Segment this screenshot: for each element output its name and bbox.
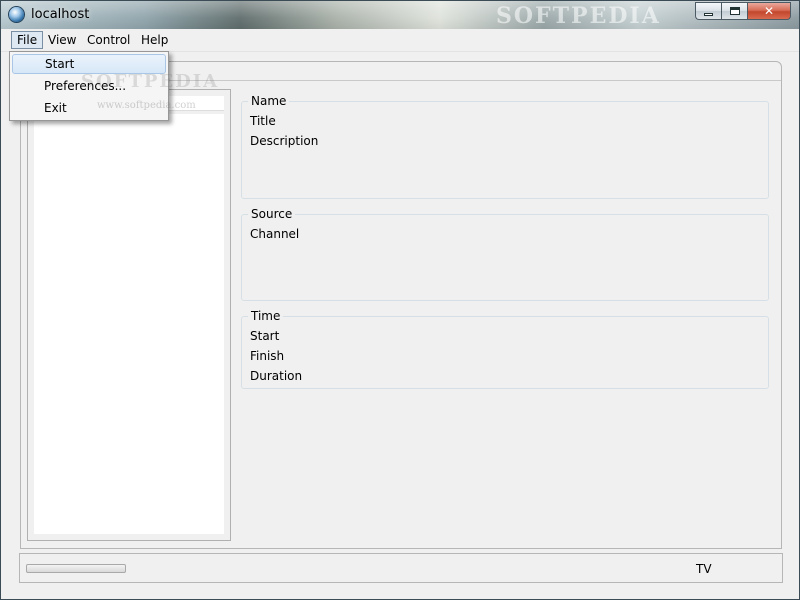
duration-label: Duration — [250, 369, 303, 383]
program-list-panel — [27, 89, 231, 541]
menu-item-exit[interactable]: Exit — [12, 98, 166, 118]
close-icon: ✕ — [763, 4, 775, 18]
source-group-legend: Source — [248, 207, 296, 221]
close-button[interactable]: ✕ — [747, 2, 791, 20]
window-title: localhost — [31, 7, 90, 22]
title-bar[interactable]: localhost SOFTPEDIA ✕ — [1, 1, 799, 29]
time-group-legend: Time — [248, 309, 284, 323]
menu-bar: File View Control Help — [1, 29, 799, 52]
status-bar: TV — [19, 553, 783, 583]
caption-buttons: ✕ — [695, 2, 791, 20]
app-icon — [9, 7, 24, 22]
status-label: TV — [696, 562, 712, 576]
maximize-button[interactable] — [721, 2, 747, 20]
finish-label: Finish — [250, 349, 285, 363]
menu-file[interactable]: File — [11, 31, 44, 49]
program-list[interactable] — [34, 114, 224, 534]
description-label: Description — [250, 134, 319, 148]
title-label: Title — [250, 114, 276, 128]
start-label: Start — [250, 329, 280, 343]
name-group-legend: Name — [248, 94, 290, 108]
time-group: Time Start Finish Duration — [241, 309, 769, 389]
progress-bar — [26, 564, 126, 573]
menu-item-preferences[interactable]: Preferences... — [12, 76, 166, 96]
source-group: Source Channel — [241, 207, 769, 301]
name-group: Name Title Description — [241, 94, 769, 199]
file-menu-dropdown: Start Preferences... Exit — [9, 51, 169, 121]
watermark-text: SOFTPEDIA — [496, 3, 661, 29]
app-window: localhost SOFTPEDIA ✕ File View Control … — [0, 0, 800, 600]
minimize-icon — [704, 12, 713, 16]
maximize-icon — [729, 7, 740, 15]
menu-item-start[interactable]: Start — [12, 54, 166, 74]
channel-label: Channel — [250, 227, 300, 241]
menu-view[interactable]: View — [43, 31, 81, 49]
menu-help[interactable]: Help — [136, 31, 173, 49]
menu-control[interactable]: Control — [82, 31, 135, 49]
minimize-button[interactable] — [695, 2, 721, 20]
